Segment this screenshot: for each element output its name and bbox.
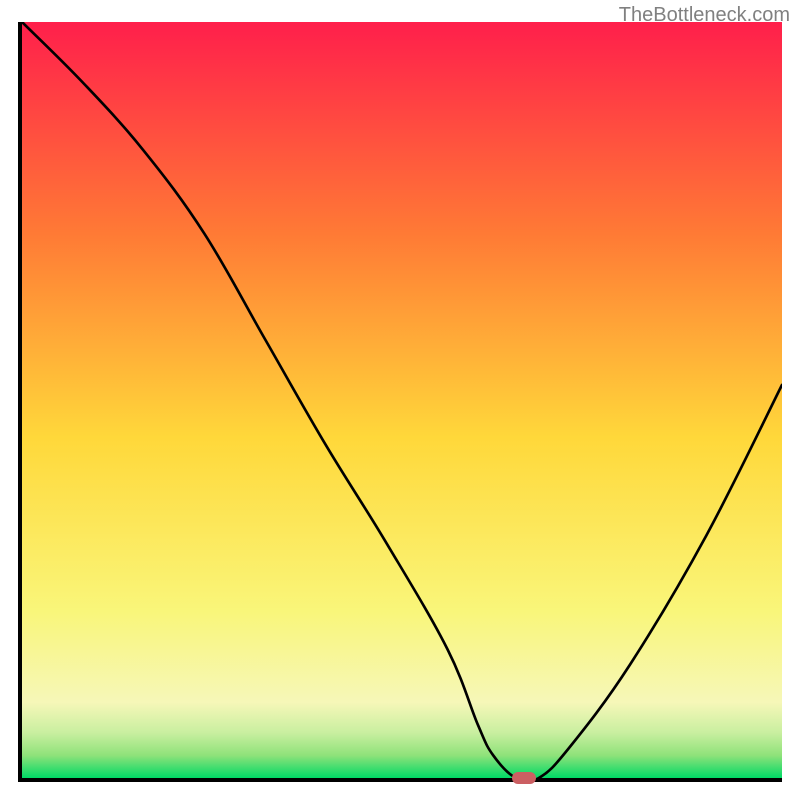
curve-line [22, 22, 782, 778]
minimum-marker [512, 772, 536, 784]
plot-inner [22, 22, 782, 778]
plot-area [18, 22, 782, 782]
chart-container: TheBottleneck.com [0, 0, 800, 800]
watermark-text: TheBottleneck.com [619, 4, 790, 27]
